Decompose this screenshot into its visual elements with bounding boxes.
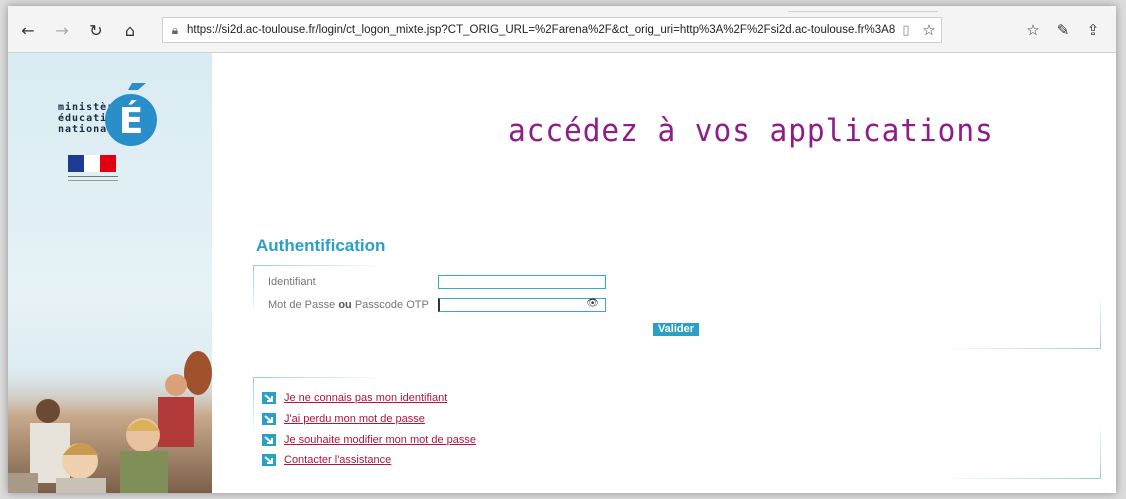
marianne-flag-icon (68, 155, 116, 172)
url-text[interactable]: https://si2d.ac-toulouse.fr/login/ct_log… (187, 24, 895, 36)
children-photo (8, 351, 212, 493)
republic-caption (68, 174, 118, 181)
password-field[interactable] (440, 303, 609, 316)
identifier-field[interactable] (439, 280, 609, 293)
arrow-down-right-icon (262, 392, 276, 404)
link-contact-support[interactable]: Contacter l'assistance (262, 453, 391, 467)
home-icon[interactable]: ⌂ (118, 18, 142, 42)
password-label-prefix: Mot de Passe (268, 299, 339, 311)
browser-window: ← → ↻ ⌂ 🔒︎ https://si2d.ac-toulouse.fr/l… (8, 6, 1116, 493)
arrow-down-right-icon (262, 413, 276, 425)
password-label: Mot de Passe ou Passcode OTP (268, 299, 429, 311)
link-label[interactable]: Je ne connais pas mon identifiant (284, 392, 447, 404)
password-label-suffix: Passcode OTP (351, 299, 429, 311)
page-headline: accédez à vos applications (508, 113, 994, 149)
link-label[interactable]: J'ai perdu mon mot de passe (284, 413, 425, 425)
refresh-icon[interactable]: ↻ (84, 18, 108, 42)
favorites-list-icon[interactable]: ☆ (1020, 18, 1046, 42)
arrow-down-right-icon (262, 434, 276, 446)
auth-title: Authentification (256, 236, 386, 255)
favorite-star-icon[interactable]: ☆ (917, 21, 941, 39)
show-password-eye-icon[interactable]: 👁︎ (586, 298, 599, 309)
link-forgot-identifier[interactable]: Je ne connais pas mon identifiant (262, 391, 447, 405)
password-input[interactable]: 👁︎ (438, 298, 609, 316)
forward-icon[interactable]: → (50, 18, 74, 42)
reading-view-icon[interactable]: ▯ (895, 23, 917, 38)
sidebar-banner: ministère éducation nationale É (8, 53, 212, 493)
identifier-input[interactable] (438, 275, 609, 293)
browser-toolbar: ← → ↻ ⌂ 🔒︎ https://si2d.ac-toulouse.fr/l… (8, 6, 1116, 53)
tab-strip (788, 11, 938, 16)
validate-button[interactable]: Valider (653, 323, 699, 336)
link-label[interactable]: Je souhaite modifier mon mot de passe (284, 434, 476, 446)
pen-icon[interactable]: ✎ (1050, 18, 1076, 42)
link-lost-password[interactable]: J'ai perdu mon mot de passe (262, 412, 425, 426)
address-bar[interactable]: 🔒︎ https://si2d.ac-toulouse.fr/login/ct_… (162, 17, 942, 43)
share-icon[interactable]: ⇪ (1080, 18, 1106, 42)
logo-letter: É (119, 100, 144, 142)
arrow-down-right-icon (262, 454, 276, 466)
ministry-e-logo-icon: É (105, 83, 157, 146)
web-page: ministère éducation nationale É accédez … (8, 53, 1116, 493)
back-icon[interactable]: ← (16, 18, 40, 42)
password-label-or: ou (338, 299, 352, 311)
link-change-password[interactable]: Je souhaite modifier mon mot de passe (262, 433, 476, 447)
lock-icon: 🔒︎ (171, 22, 179, 37)
link-label[interactable]: Contacter l'assistance (284, 454, 391, 466)
identifier-label: Identifiant (268, 276, 316, 288)
